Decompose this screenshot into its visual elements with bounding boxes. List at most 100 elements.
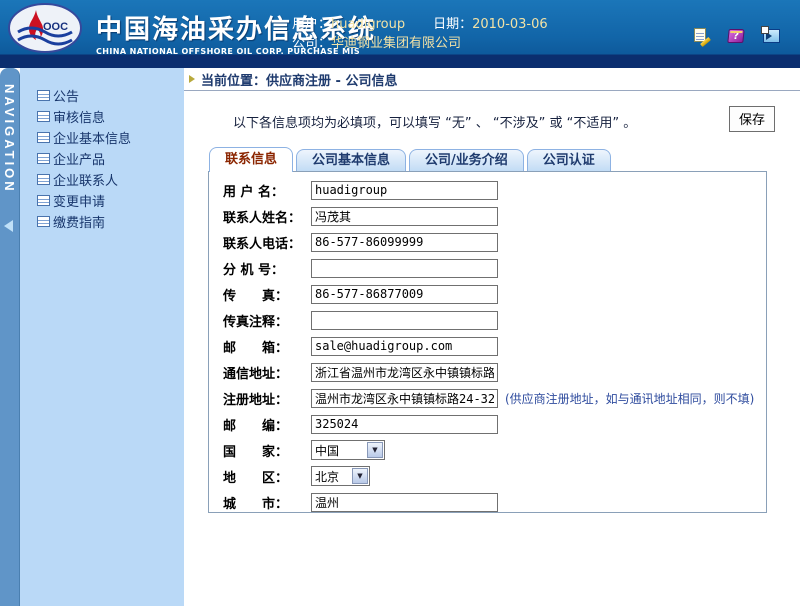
main-content: 以下各信息项均为必填项，可以填写 “无” 、 “不涉及” 或 “不适用” 。 保… [184, 92, 800, 606]
user-label: 用户： [292, 17, 331, 32]
tab-company-basic-info[interactable]: 公司基本信息 [296, 149, 406, 171]
field-label: 邮 编： [223, 415, 311, 434]
registered-address-note: (供应商注册地址，如与通讯地址相同，则不填) [505, 390, 754, 407]
field-label: 分 机 号： [223, 259, 311, 278]
country-select-value: 中国 [312, 442, 366, 459]
form-row-contact-name: 联系人姓名： [209, 203, 766, 229]
username-input[interactable] [311, 181, 498, 200]
field-label: 国 家： [223, 441, 311, 460]
header-toolbar: ? [694, 28, 780, 44]
postal-code-input[interactable] [311, 415, 498, 434]
extension-input[interactable] [311, 259, 498, 278]
app-window: OOC 中国海油采办信息系统 CHINA NATIONAL OFFSHORE O… [0, 0, 800, 606]
save-button[interactable]: 保存 [729, 106, 775, 132]
field-label: 地 区： [223, 467, 311, 486]
breadcrumb-arrow-icon [189, 75, 195, 83]
city-input[interactable] [311, 493, 498, 512]
sidebar-item-company-basic-info[interactable]: 企业基本信息 [20, 127, 184, 148]
sidebar-item-label: 变更申请 [53, 191, 105, 210]
sidebar: NAVIGATION 公告 审核信息 企业基本信息 企业产品 企业联系人 变更申… [0, 68, 184, 606]
list-icon [37, 90, 50, 101]
user-info-row2: 公司：华迪钢业集团有限公司 [292, 34, 548, 53]
contact-phone-input[interactable] [311, 233, 498, 252]
chevron-down-icon[interactable]: ▼ [352, 468, 368, 484]
sidebar-item-label: 企业产品 [53, 149, 105, 168]
sidebar-item-label: 公告 [53, 86, 79, 105]
breadcrumb: 当前位置：供应商注册 - 公司信息 [184, 68, 800, 91]
sidebar-item-review-info[interactable]: 审核信息 [20, 106, 184, 127]
user-info-row1: 用户：huadigroup 日期：2010-03-06 [292, 15, 548, 34]
field-label: 联系人姓名： [223, 207, 311, 226]
fax-input[interactable] [311, 285, 498, 304]
sidebar-item-company-products[interactable]: 企业产品 [20, 148, 184, 169]
list-icon [37, 216, 50, 227]
breadcrumb-text: 当前位置：供应商注册 - 公司信息 [201, 70, 397, 89]
list-icon [37, 195, 50, 206]
tab-bar: 联系信息 公司基本信息 公司/业务介绍 公司认证 [209, 147, 611, 171]
header-bottom-stripe [0, 55, 800, 68]
field-label: 联系人电话： [223, 233, 311, 252]
form-row-country: 国 家： 中国 ▼ [209, 437, 766, 463]
navigation-strip: NAVIGATION [0, 68, 20, 606]
logout-icon[interactable] [763, 29, 780, 43]
sidebar-collapse-arrow-icon[interactable] [4, 220, 13, 232]
contact-name-input[interactable] [311, 207, 498, 226]
field-label: 传真注释： [223, 311, 311, 330]
contact-info-form-panel: 用 户 名： 联系人姓名： 联系人电话： 分 机 号： 传 真： 传真注释： [208, 171, 767, 513]
tab-contact-info[interactable]: 联系信息 [209, 147, 293, 172]
form-row-postal-code: 邮 编： [209, 411, 766, 437]
company-value: 华迪钢业集团有限公司 [331, 36, 461, 51]
email-input[interactable] [311, 337, 498, 356]
field-label: 用 户 名： [223, 181, 311, 200]
help-book-icon[interactable]: ? [727, 29, 744, 43]
form-row-registered-address: 注册地址： (供应商注册地址，如与通讯地址相同，则不填) [209, 385, 766, 411]
form-row-extension: 分 机 号： [209, 255, 766, 281]
navigation-vertical-label: NAVIGATION [2, 84, 17, 194]
field-label: 注册地址： [223, 389, 311, 408]
sidebar-item-label: 缴费指南 [53, 212, 105, 231]
list-icon [37, 132, 50, 143]
sidebar-item-label: 企业基本信息 [53, 128, 131, 147]
field-label: 通信地址： [223, 363, 311, 382]
sidebar-item-payment-guide[interactable]: 缴费指南 [20, 211, 184, 232]
form-row-email: 邮 箱： [209, 333, 766, 359]
list-icon [37, 174, 50, 185]
form-row-username: 用 户 名： [209, 177, 766, 203]
country-select[interactable]: 中国 ▼ [311, 440, 385, 460]
list-icon [37, 153, 50, 164]
list-icon [37, 111, 50, 122]
user-value: huadigroup [331, 17, 405, 32]
sidebar-item-company-contacts[interactable]: 企业联系人 [20, 169, 184, 190]
chevron-down-icon[interactable]: ▼ [367, 442, 383, 458]
field-label: 邮 箱： [223, 337, 311, 356]
form-row-contact-phone: 联系人电话： [209, 229, 766, 255]
app-header: OOC 中国海油采办信息系统 CHINA NATIONAL OFFSHORE O… [0, 0, 800, 68]
required-fields-instruction: 以下各信息项均为必填项，可以填写 “无” 、 “不涉及” 或 “不适用” 。 [233, 112, 636, 131]
sidebar-item-change-request[interactable]: 变更申请 [20, 190, 184, 211]
date-value: 2010-03-06 [472, 17, 548, 32]
svg-text:OOC: OOC [43, 21, 68, 33]
field-label: 传 真： [223, 285, 311, 304]
registered-address-input[interactable] [311, 389, 498, 408]
sidebar-item-announcements[interactable]: 公告 [20, 85, 184, 106]
sidebar-item-label: 企业联系人 [53, 170, 118, 189]
region-select[interactable]: 北京 ▼ [311, 466, 370, 486]
user-info: 用户：huadigroup 日期：2010-03-06 公司：华迪钢业集团有限公司 [292, 15, 548, 53]
sidebar-item-label: 审核信息 [53, 107, 105, 126]
date-label: 日期： [433, 17, 472, 32]
notes-icon[interactable] [694, 28, 709, 44]
tab-company-business-intro[interactable]: 公司/业务介绍 [409, 149, 524, 171]
company-label: 公司： [292, 36, 331, 51]
field-label: 城 市： [223, 493, 311, 512]
mailing-address-input[interactable] [311, 363, 498, 382]
fax-note-input[interactable] [311, 311, 498, 330]
form-row-region: 地 区： 北京 ▼ [209, 463, 766, 489]
form-row-mailing-address: 通信地址： [209, 359, 766, 385]
form-row-fax: 传 真： [209, 281, 766, 307]
tab-company-certification[interactable]: 公司认证 [527, 149, 611, 171]
sidebar-menu: 公告 审核信息 企业基本信息 企业产品 企业联系人 变更申请 缴费指南 [20, 68, 184, 606]
form-row-city: 城 市： [209, 489, 766, 515]
region-select-value: 北京 [312, 468, 351, 485]
cnooc-logo-icon: OOC [5, 2, 91, 54]
form-row-fax-note: 传真注释： [209, 307, 766, 333]
